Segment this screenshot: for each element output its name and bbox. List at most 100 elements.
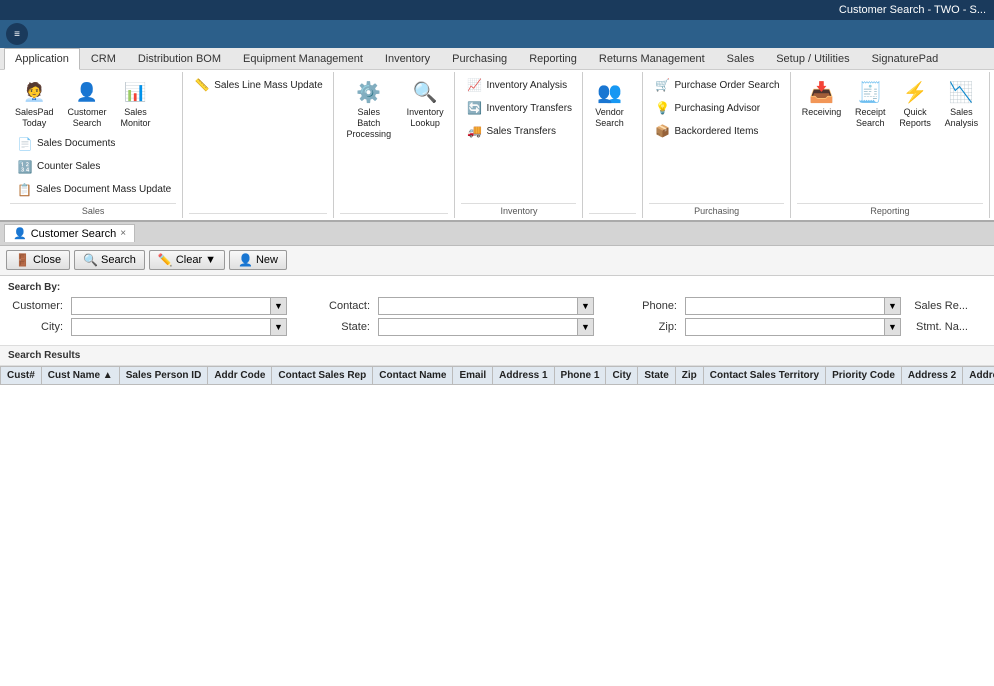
zip-input-wrap: ▼ [685,318,901,336]
tab-close-button[interactable]: × [120,228,126,239]
column-header-city[interactable]: City [606,366,638,384]
inventory-transfers-button[interactable]: 🔄 Inventory Transfers [461,97,577,119]
counter-sales-button[interactable]: 🔢 Counter Sales [12,156,176,178]
state-input-wrap: ▼ [378,318,594,336]
action-toolbar: 🚪 Close 🔍 Search ✏️ Clear ▼ 👤 New [0,246,994,276]
tab-label: Customer Search [31,228,117,240]
phone-input[interactable] [685,297,885,315]
top-bar-title: Customer Search - TWO - S... [839,4,986,16]
clear-button[interactable]: ✏️ Clear ▼ [149,250,225,270]
receipt-search-icon: 🧾 [856,78,884,106]
contact-input[interactable] [378,297,578,315]
column-header-contact-sales-territory[interactable]: Contact Sales Territory [703,366,825,384]
ribbon-tab-reporting[interactable]: Reporting [518,48,588,69]
receiving-button[interactable]: 📥 Receiving [797,74,846,122]
vendor-search-button[interactable]: 👥 VendorSearch [589,74,629,133]
stmt-na-label: Stmt. Na... [913,321,968,333]
quick-reports-icon: ⚡ [901,78,929,106]
ribbon-tab-signaturepad[interactable]: SignaturePad [861,48,950,69]
sales-re-label: Sales Re... [913,300,968,312]
zip-input-btn[interactable]: ▼ [885,318,901,336]
column-header-addr-code[interactable]: Addr Code [208,366,272,384]
close-label: Close [33,254,61,266]
purchasing-advisor-button[interactable]: 💡 Purchasing Advisor [649,97,784,119]
close-button[interactable]: 🚪 Close [6,250,70,270]
search-button[interactable]: 🔍 Search [74,250,145,270]
quick-reports-button[interactable]: ⚡ QuickReports [894,74,935,133]
ribbon-tab-setup--utilities[interactable]: Setup / Utilities [765,48,860,69]
column-header-address-1[interactable]: Address 1 [493,366,554,384]
customer-search-icon: 👤 [73,78,101,106]
receiving-icon: 📥 [808,78,836,106]
purchase-order-search-icon: 🛒 [654,77,670,93]
results-table: Cust#Cust Name ▲Sales Person IDAddr Code… [0,366,994,385]
results-area[interactable]: Cust#Cust Name ▲Sales Person IDAddr Code… [0,366,994,686]
phone-input-wrap: ▼ [685,297,901,315]
ribbon-tab-purchasing[interactable]: Purchasing [441,48,518,69]
sales-analysis-button[interactable]: 📉 SalesAnalysis [940,74,983,133]
zip-input[interactable] [685,318,885,336]
city-input[interactable] [71,318,271,336]
clear-dropdown-arrow[interactable]: ▼ [205,254,216,266]
sales-line-mass-update-button[interactable]: 📏 Sales Line Mass Update [189,74,327,96]
column-header-sales-person-id[interactable]: Sales Person ID [119,366,208,384]
receipt-search-button[interactable]: 🧾 ReceiptSearch [850,74,890,133]
city-input-btn[interactable]: ▼ [271,318,287,336]
sales-batch-processing-button[interactable]: ⚙️ Sales BatchProcessing [340,74,398,143]
column-header-state[interactable]: State [638,366,675,384]
customer-search-tab[interactable]: 👤 Customer Search × [4,224,135,242]
purchasing-advisor-icon: 💡 [654,100,670,116]
customer-input[interactable] [71,297,271,315]
inventory-analysis-button[interactable]: 📈 Inventory Analysis [461,74,577,96]
contact-input-btn[interactable]: ▼ [578,297,594,315]
column-header-priority-code[interactable]: Priority Code [826,366,902,384]
customer-input-btn[interactable]: ▼ [271,297,287,315]
sales-documents-button[interactable]: 📄 Sales Documents [12,133,176,155]
customer-search-button[interactable]: 👤 CustomerSearch [63,74,112,133]
clear-label: Clear [176,254,202,266]
search-row-2: City: ▼ State: ▼ Zip: ▼ Stmt. Na... [8,318,986,336]
search-row-1: Customer: ▼ Contact: ▼ Phone: ▼ Sales Re… [8,297,986,315]
results-section: Search Results Cust#Cust Name ▲Sales Per… [0,346,994,686]
column-header-cust[interactable]: Cust# [1,366,42,384]
sales-analysis-icon: 📉 [947,78,975,106]
new-button[interactable]: 👤 New [229,250,287,270]
ribbon-group-vendor: 👥 VendorSearch [583,72,643,218]
tab-icon: 👤 [13,227,27,240]
backordered-items-button[interactable]: 📦 Backordered Items [649,120,784,142]
state-label: State: [315,321,370,333]
search-icon: 🔍 [83,253,98,267]
ribbon-tab-inventory[interactable]: Inventory [374,48,441,69]
ribbon-tab-sales[interactable]: Sales [716,48,766,69]
column-header-address[interactable]: Address... [963,366,994,384]
sales-monitor-button[interactable]: 📊 SalesMonitor [116,74,156,133]
purchase-order-search-button[interactable]: 🛒 Purchase Order Search [649,74,784,96]
ribbon-tab-application[interactable]: Application [4,48,80,70]
column-header-contact-sales-rep[interactable]: Contact Sales Rep [272,366,373,384]
column-header-cust-name[interactable]: Cust Name ▲ [41,366,119,384]
counter-sales-icon: 🔢 [17,159,33,175]
ribbon-tab-equipment-management[interactable]: Equipment Management [232,48,374,69]
state-input[interactable] [378,318,578,336]
column-header-contact-name[interactable]: Contact Name [373,366,453,384]
inventory-lookup-button[interactable]: 🔍 InventoryLookup [402,74,449,133]
customer-input-wrap: ▼ [71,297,287,315]
sales-transfers-button[interactable]: 🚚 Sales Transfers [461,120,577,142]
column-header-email[interactable]: Email [453,366,493,384]
ribbon-tab-crm[interactable]: CRM [80,48,127,69]
ribbon-tabs-bar: ApplicationCRMDistribution BOMEquipment … [0,48,994,70]
salespad-today-button[interactable]: 🧑‍💼 SalesPadToday [10,74,59,133]
city-input-wrap: ▼ [71,318,287,336]
sales-doc-mass-update-button[interactable]: 📋 Sales Document Mass Update [12,179,176,201]
sales-documents-icon: 📄 [17,136,33,152]
column-header-address-2[interactable]: Address 2 [901,366,962,384]
column-header-phone-1[interactable]: Phone 1 [554,366,606,384]
ribbon-tab-returns-management[interactable]: Returns Management [588,48,716,69]
ribbon-tab-distribution-bom[interactable]: Distribution BOM [127,48,232,69]
state-input-btn[interactable]: ▼ [578,318,594,336]
ribbon-group-purchasing-large: 📥 Receiving 🧾 ReceiptSearch ⚡ QuickRepor… [791,72,990,218]
column-header-zip[interactable]: Zip [675,366,703,384]
zip-label: Zip: [622,321,677,333]
sales-monitor-icon: 📊 [122,78,150,106]
phone-input-btn[interactable]: ▼ [885,297,901,315]
